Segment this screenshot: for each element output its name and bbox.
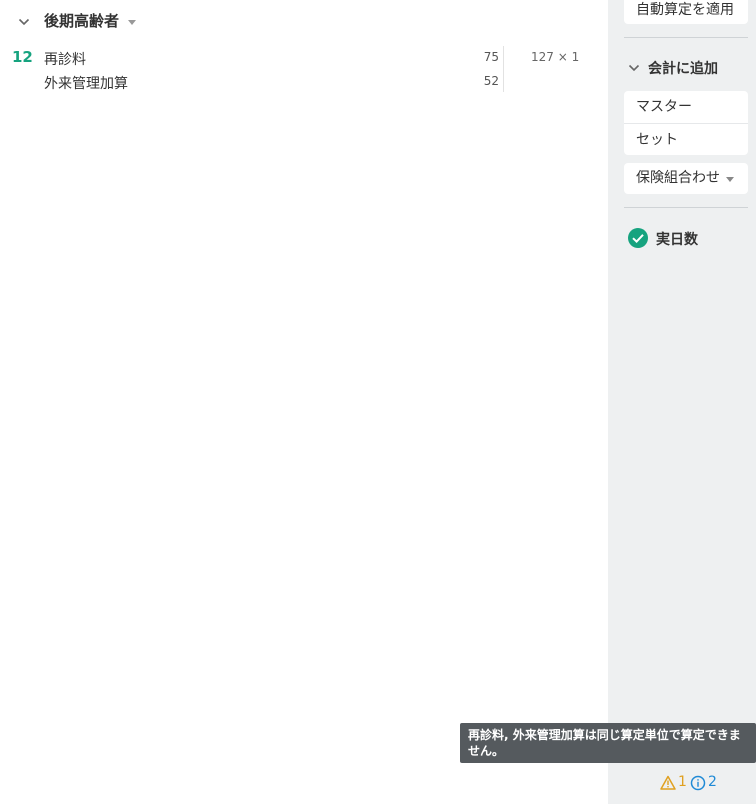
master-button[interactable]: マスター xyxy=(636,96,692,116)
divider xyxy=(624,207,748,208)
item-points-revisit: 75 xyxy=(483,50,499,64)
section-header[interactable]: 後期高齢者 xyxy=(0,0,608,44)
item-points-outpatient-mgmt: 52 xyxy=(483,74,499,88)
add-to-account-title: 会計に追加 xyxy=(648,61,718,77)
total-points: 127 × 1 xyxy=(531,50,580,64)
insurance-combo-dropdown[interactable]: 保険組合わせ xyxy=(624,163,748,194)
warning-icon[interactable] xyxy=(660,775,676,791)
auto-calc-button[interactable]: 自動算定を適用 xyxy=(624,0,748,24)
divider xyxy=(624,123,748,124)
insurance-combo-label: 保険組合わせ xyxy=(636,170,720,186)
add-to-account-list: マスター セット xyxy=(624,91,748,155)
main-panel: 後期高齢者 12 再診料 75 外来管理加算 52 127 × 1 xyxy=(0,0,608,804)
status-bar[interactable]: 1 2 xyxy=(660,774,750,794)
caret-down-icon[interactable] xyxy=(128,20,136,25)
item-label-revisit: 再診料 xyxy=(44,52,86,68)
info-icon[interactable] xyxy=(690,775,706,791)
actual-days-label: 実日数 xyxy=(656,232,698,248)
section-title: 後期高齢者 xyxy=(44,12,120,30)
add-to-account-header[interactable]: 会計に追加 xyxy=(628,58,748,77)
set-button[interactable]: セット xyxy=(636,129,678,149)
chevron-down-icon[interactable] xyxy=(628,62,640,74)
warning-count: 1 xyxy=(678,774,687,790)
column-divider xyxy=(503,46,504,92)
tooltip: 再診料, 外来管理加算は同じ算定単位で算定できません。 xyxy=(460,723,756,763)
item-label-outpatient-mgmt: 外来管理加算 xyxy=(44,76,128,92)
chevron-down-icon[interactable] xyxy=(18,16,30,28)
divider xyxy=(624,37,748,38)
check-circle-icon[interactable] xyxy=(628,228,648,248)
info-count: 2 xyxy=(708,774,717,790)
row-number: 12 xyxy=(12,48,33,66)
caret-down-icon xyxy=(726,177,734,182)
sidebar: 自動算定を適用 会計に追加 マスター セット 保険組合わせ 実日数 xyxy=(608,0,756,804)
